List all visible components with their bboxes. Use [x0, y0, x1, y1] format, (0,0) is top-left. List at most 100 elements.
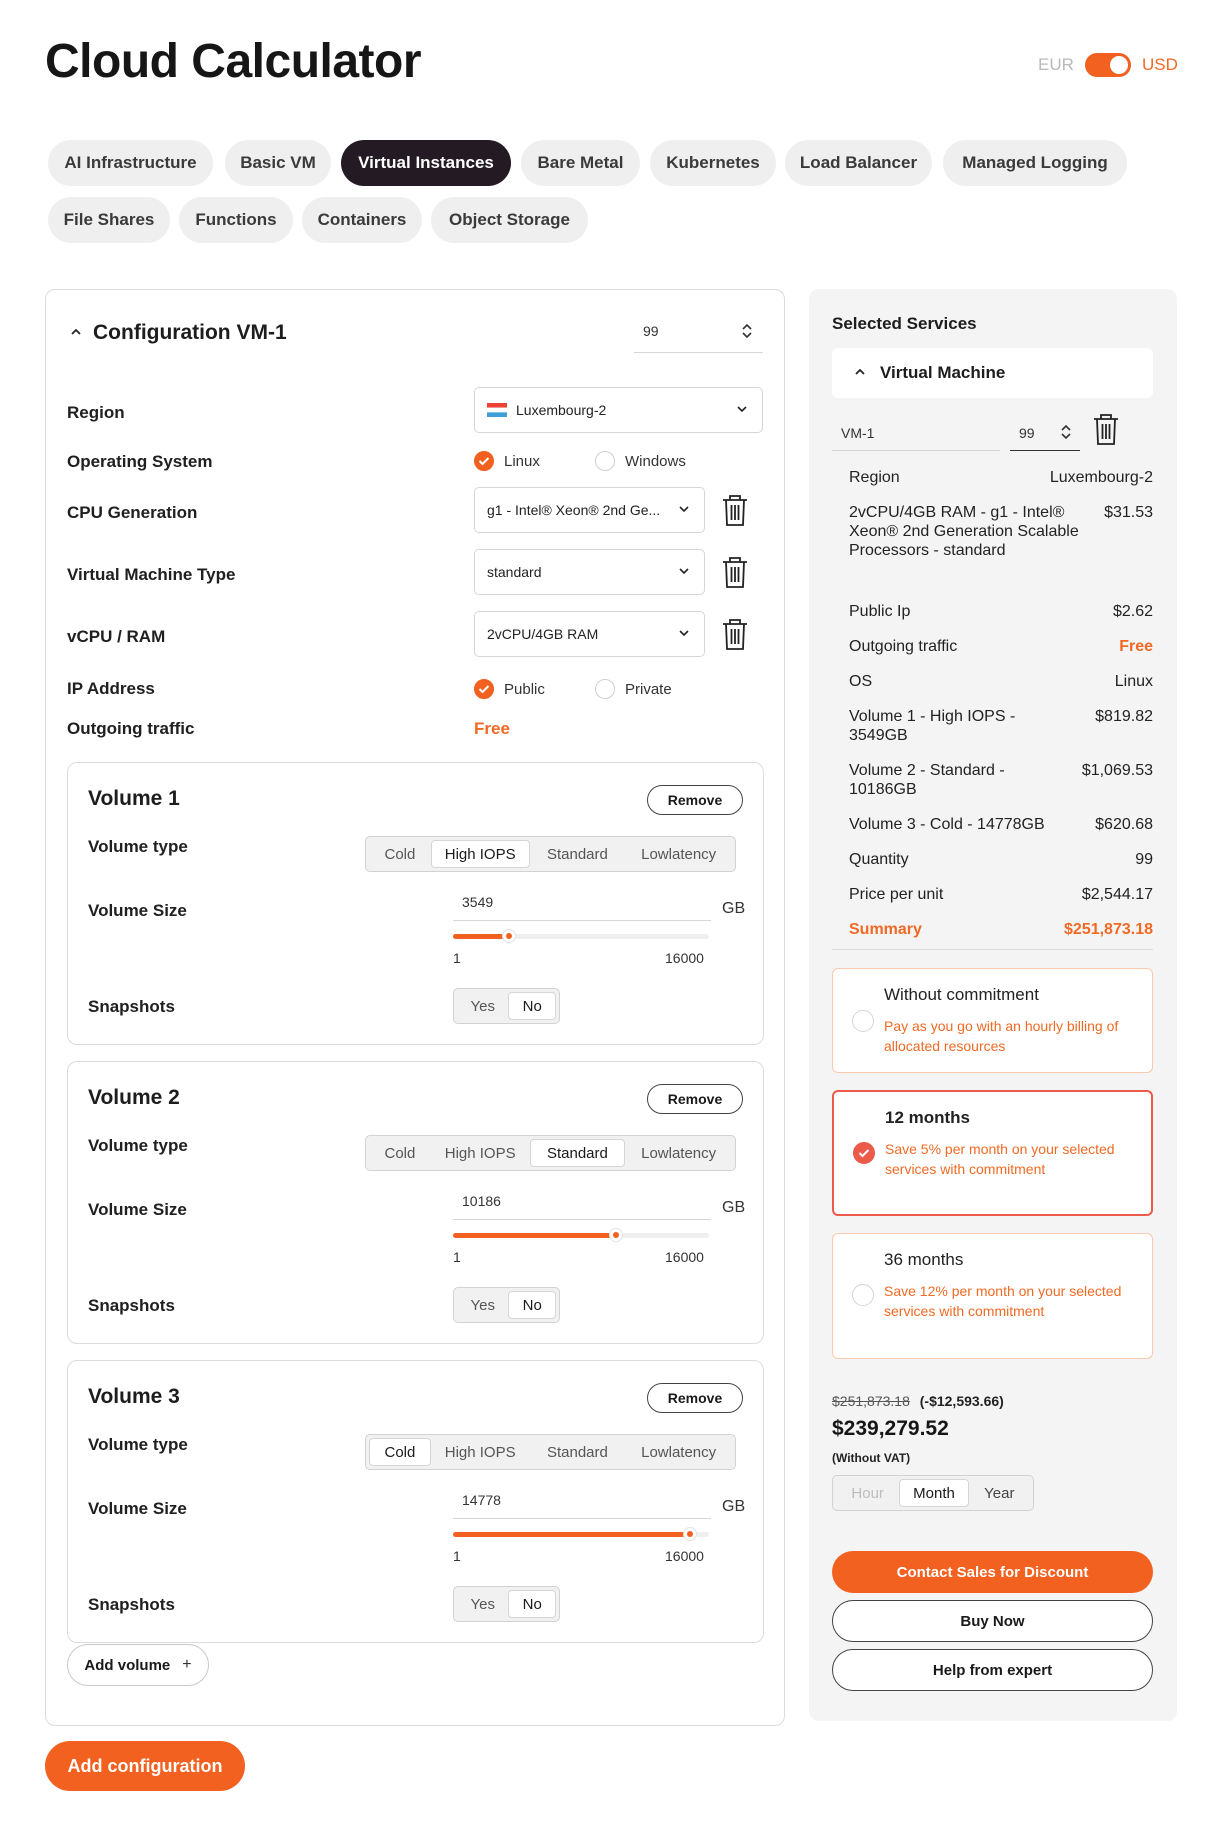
plan-12-months[interactable]: 12 months Save 5% per month on your sele… [832, 1090, 1153, 1216]
size-max: 16000 [665, 1548, 704, 1564]
summary-row-label: Volume 2 - Standard - 10186GB [849, 762, 1005, 798]
vm-quantity-stepper[interactable]: 99 [1010, 413, 1080, 451]
volume-type-standard[interactable]: Standard [530, 1438, 626, 1466]
volume-type-standard[interactable]: Standard [529, 1139, 626, 1167]
chevron-up-icon [852, 364, 868, 380]
snapshots-no[interactable]: No [508, 1590, 556, 1618]
quantity-stepper[interactable]: 99 [634, 310, 763, 353]
volume-type-lowlatency[interactable]: Lowlatency [625, 1438, 732, 1466]
ip-public-radio[interactable]: Public [474, 679, 545, 699]
contact-sales-button[interactable]: Contact Sales for Discount [832, 1551, 1153, 1593]
volume-type-high-iops[interactable]: High IOPS [431, 1438, 530, 1466]
operating-system-label: Operating System [67, 452, 213, 471]
volume-type-high-iops[interactable]: High IOPS [431, 1139, 530, 1167]
currency-usd-label[interactable]: USD [1142, 55, 1178, 75]
plus-icon: + [182, 1656, 192, 1673]
plan-36-months[interactable]: 36 months Save 12% per month on your sel… [832, 1233, 1153, 1359]
slider-fill [453, 934, 509, 939]
volume-type-high-iops[interactable]: High IOPS [430, 840, 530, 868]
currency-toggle[interactable] [1085, 53, 1131, 77]
add-configuration-button[interactable]: Add configuration [45, 1741, 245, 1791]
slider-handle[interactable] [502, 929, 516, 943]
currency-eur-label[interactable]: EUR [1038, 55, 1074, 75]
vat-note: (Without VAT) [832, 1451, 911, 1465]
snapshots-yes[interactable]: Yes [457, 1291, 508, 1319]
virtual-machine-section-header[interactable]: Virtual Machine [832, 348, 1153, 398]
remove-volume-button[interactable]: Remove [647, 785, 743, 815]
trash-icon[interactable] [719, 493, 751, 527]
os-linux-radio[interactable]: Linux [474, 451, 540, 471]
tab-object-storage[interactable]: Object Storage [431, 197, 588, 243]
volume-type-cold[interactable]: Cold [369, 840, 431, 868]
region-value: Luxembourg-2 [516, 402, 607, 418]
tab-load-balancer[interactable]: Load Balancer [785, 140, 932, 186]
volume-type-standard[interactable]: Standard [530, 840, 626, 868]
region-select[interactable]: Luxembourg-2 [474, 387, 763, 433]
snapshots-no[interactable]: No [508, 1291, 556, 1319]
volume-size-input[interactable]: 3549 [453, 891, 711, 921]
trash-icon[interactable] [1090, 412, 1122, 446]
summary-row-label: 2vCPU/4GB RAM - g1 - Intel® Xeon® 2nd Ge… [849, 504, 1079, 559]
tab-basic-vm[interactable]: Basic VM [225, 140, 331, 186]
tab-ai-infrastructure[interactable]: AI Infrastructure [48, 140, 213, 186]
tab-bare-metal[interactable]: Bare Metal [521, 140, 640, 186]
remove-volume-button[interactable]: Remove [647, 1383, 743, 1413]
slider-handle[interactable] [683, 1527, 697, 1541]
trash-icon[interactable] [719, 555, 751, 589]
vcpu-ram-select[interactable]: 2vCPU/4GB RAM [474, 611, 705, 657]
tab-kubernetes[interactable]: Kubernetes [650, 140, 776, 186]
chevron-up-icon[interactable] [68, 324, 84, 340]
snapshots-no[interactable]: No [508, 992, 556, 1020]
stepper-arrows-icon[interactable] [741, 322, 753, 340]
radio-unchecked-icon [595, 679, 615, 699]
help-from-expert-button[interactable]: Help from expert [832, 1649, 1153, 1691]
size-min: 1 [453, 950, 461, 966]
os-windows-radio[interactable]: Windows [595, 451, 686, 471]
vm-name-input[interactable]: VM-1 [832, 413, 1000, 451]
tab-functions[interactable]: Functions [179, 197, 293, 243]
configuration-title: Configuration VM-1 [93, 321, 287, 344]
snapshots-yes[interactable]: Yes [457, 1590, 508, 1618]
stepper-arrows-icon[interactable] [1060, 423, 1072, 441]
period-year[interactable]: Year [969, 1479, 1030, 1507]
add-volume-button[interactable]: Add volume + [67, 1644, 209, 1686]
size-max: 16000 [665, 950, 704, 966]
tab-virtual-instances[interactable]: Virtual Instances [341, 140, 511, 186]
remove-volume-button[interactable]: Remove [647, 1084, 743, 1114]
tab-managed-logging[interactable]: Managed Logging [943, 140, 1127, 186]
volume-type-label: Volume type [88, 1435, 188, 1454]
volume-type-lowlatency[interactable]: Lowlatency [625, 840, 732, 868]
volume-size-slider[interactable] [453, 1527, 709, 1541]
chevron-down-icon [736, 402, 748, 414]
summary-row-value: $1,069.53 [1081, 762, 1153, 779]
snapshots-yes[interactable]: Yes [457, 992, 508, 1020]
plan-without-commitment[interactable]: Without commitment Pay as you go with an… [832, 968, 1153, 1073]
summary-row-value: 99 [1135, 851, 1153, 868]
ip-address-label: IP Address [67, 679, 155, 698]
period-hour[interactable]: Hour [836, 1479, 899, 1507]
ip-private-radio[interactable]: Private [595, 679, 672, 699]
vm-type-select[interactable]: standard [474, 549, 705, 595]
tab-containers[interactable]: Containers [302, 197, 422, 243]
selected-services-heading: Selected Services [832, 314, 977, 333]
cpu-generation-select[interactable]: g1 - Intel® Xeon® 2nd Ge... [474, 487, 705, 533]
summary-row-label: Price per unit [849, 886, 944, 903]
volume-type-cold[interactable]: Cold [369, 1438, 431, 1466]
volume-type-lowlatency[interactable]: Lowlatency [625, 1139, 732, 1167]
volume-size-input[interactable]: 10186 [453, 1190, 711, 1220]
volume-type-cold[interactable]: Cold [369, 1139, 431, 1167]
period-month[interactable]: Month [899, 1479, 969, 1507]
divider [832, 949, 1153, 950]
slider-fill [453, 1532, 690, 1537]
size-min: 1 [453, 1249, 461, 1265]
volume-title: Volume 2 [88, 1086, 180, 1109]
volume-size-slider[interactable] [453, 1228, 709, 1242]
buy-now-button[interactable]: Buy Now [832, 1600, 1153, 1642]
volume-size-input[interactable]: 14778 [453, 1489, 711, 1519]
cpu-generation-label: CPU Generation [67, 503, 198, 522]
trash-icon[interactable] [719, 617, 751, 651]
tab-file-shares[interactable]: File Shares [48, 197, 170, 243]
volume-size-slider[interactable] [453, 929, 709, 943]
slider-handle[interactable] [609, 1228, 623, 1242]
summary-row-value: $251,873.18 [1064, 921, 1153, 938]
